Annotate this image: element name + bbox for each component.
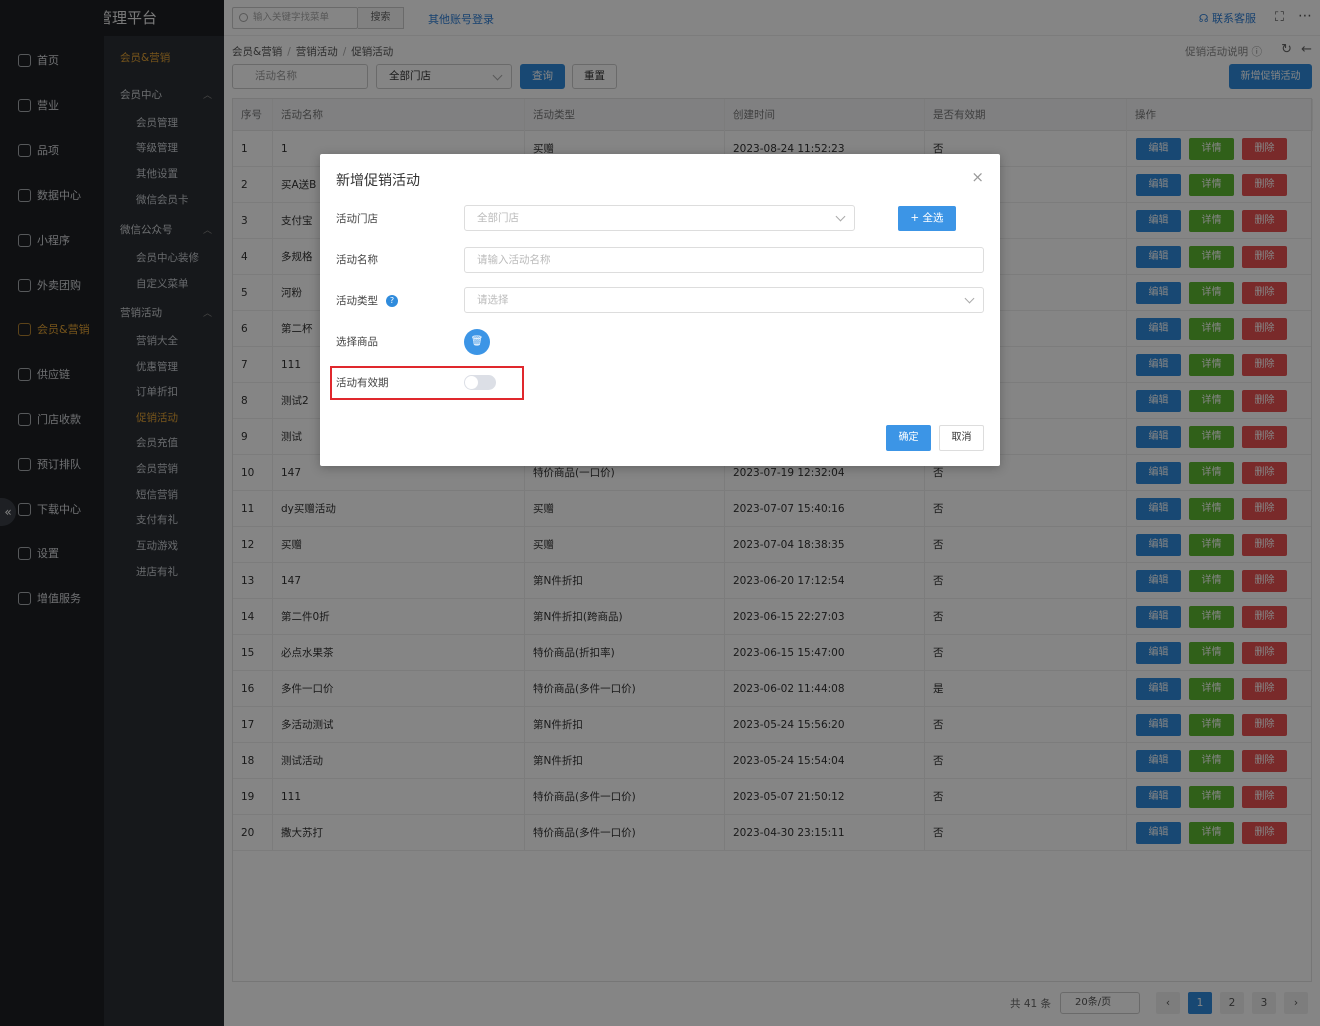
trash-icon: 🗑 [470,336,484,347]
select-all-stores-button[interactable]: + 全选 [898,206,956,231]
select-goods-button[interactable]: 🗑 [464,329,490,355]
store-label: 活动门店 [336,213,378,225]
activity-name-input[interactable]: 请输入活动名称 [464,247,984,273]
validity-label: 活动有效期 [336,377,389,389]
activity-name-label: 活动名称 [336,254,378,266]
modal-title: 新增促销活动 [336,173,420,189]
help-icon[interactable]: ? [386,295,398,307]
cancel-button[interactable]: 取消 [939,425,984,451]
activity-type-label: 活动类型? [336,293,398,308]
close-icon[interactable]: × [971,168,984,186]
add-promotion-modal: 新增促销活动 × 活动门店 全部门店 + 全选 活动名称 请输入活动名称 活动类… [320,154,1000,466]
validity-toggle[interactable] [464,375,496,390]
goods-label: 选择商品 [336,336,378,348]
confirm-button[interactable]: 确定 [886,425,931,451]
toggle-knob [465,376,478,389]
activity-type-select[interactable]: 请选择 [464,287,984,313]
chevron-down-icon [835,211,846,222]
chevron-down-icon [964,293,975,304]
modal-store-select[interactable]: 全部门店 [464,205,855,231]
